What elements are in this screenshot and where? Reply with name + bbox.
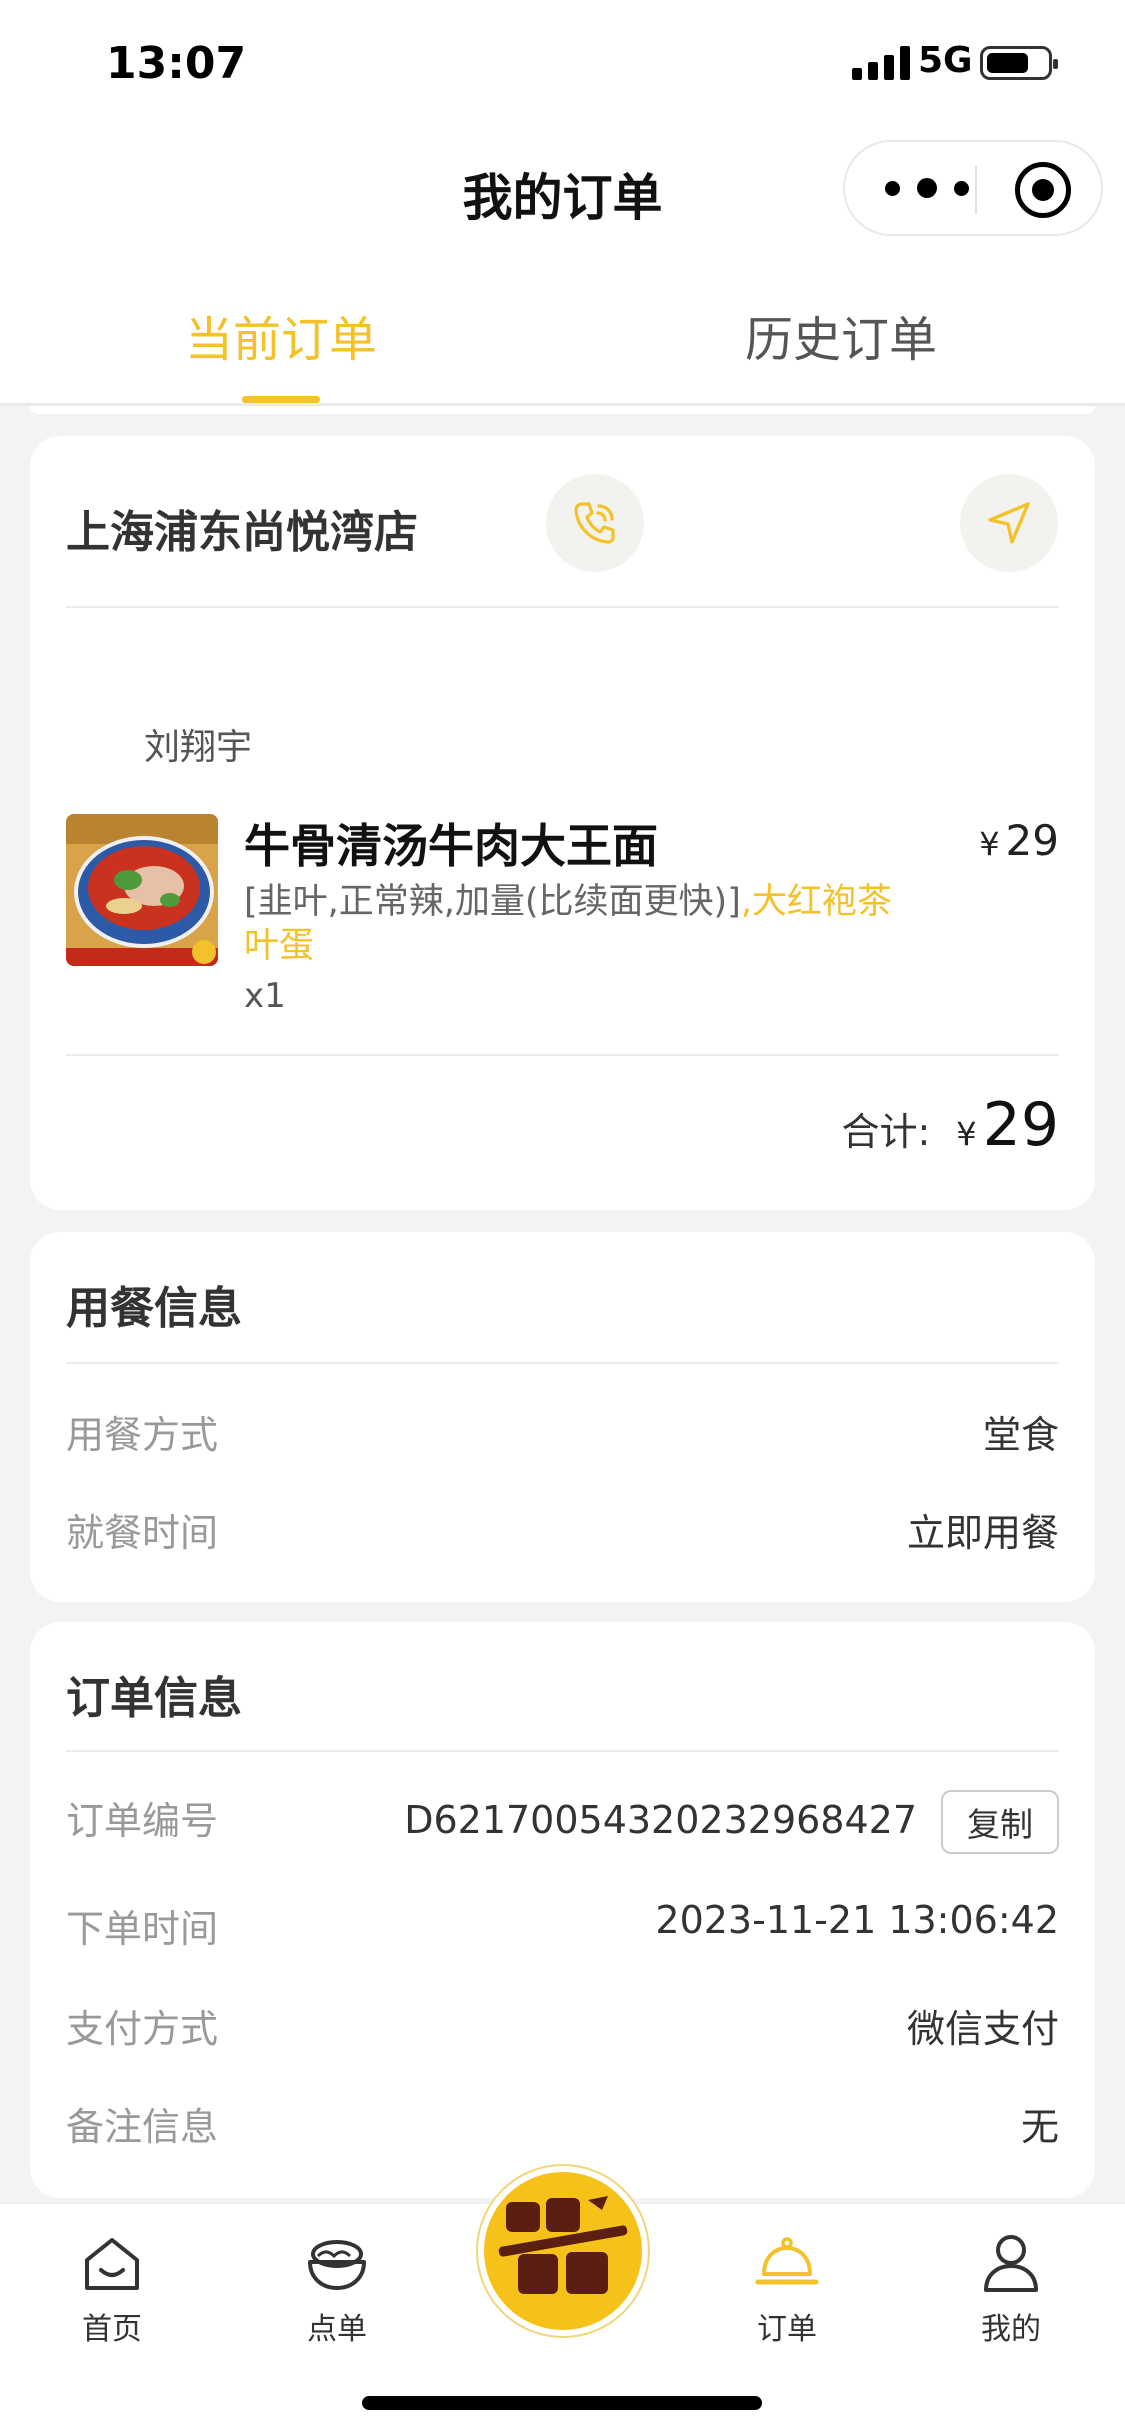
divider	[66, 1054, 1059, 1056]
navigation-arrow-icon	[988, 502, 1030, 544]
tabbar-item-orders[interactable]: 订单	[727, 2230, 847, 2348]
super-crazy-tuesday-logo	[498, 2196, 628, 2294]
close-miniprogram-icon[interactable]	[1015, 162, 1071, 218]
dish-spec: [韭叶,正常辣,加量(比续面更快)]	[244, 882, 741, 922]
dish-quantity: x1	[244, 976, 286, 1016]
order-time-label: 下单时间	[66, 1907, 219, 1951]
dish-image	[66, 814, 218, 966]
order-number-label: 订单编号	[66, 1799, 219, 1843]
order-info-card: 订单信息 订单编号 D62170054320232968427 复制 下单时间 …	[30, 1622, 1095, 2198]
payment-method-label: 支付方式	[66, 2007, 219, 2051]
dish-price: ¥29	[979, 816, 1059, 865]
noodle-bowl-icon	[308, 2240, 366, 2290]
order-tabs: 当前订单 历史订单	[0, 260, 1125, 406]
noodle-dish-photo	[66, 814, 218, 966]
call-store-button[interactable]	[546, 474, 644, 572]
dining-method-value: 堂食	[982, 1413, 1059, 1457]
nav-bar: 我的订单	[0, 130, 1125, 260]
dining-info-card: 用餐信息 用餐方式 堂食 就餐时间 立即用餐	[30, 1232, 1095, 1602]
dining-method-label: 用餐方式	[66, 1413, 219, 1457]
active-tab-indicator	[242, 396, 320, 403]
section-title: 用餐信息	[66, 1283, 242, 1334]
divider	[66, 606, 1059, 608]
dish-name: 牛骨清汤牛肉大王面	[244, 819, 658, 873]
user-icon	[984, 2235, 1038, 2292]
status-bar: 13:07 5G	[0, 0, 1125, 130]
dish-options: [韭叶,正常辣,加量(比续面更快)],大红袍茶叶蛋	[244, 880, 904, 968]
currency-symbol: ¥	[979, 825, 1000, 863]
price-value: 29	[1005, 816, 1059, 865]
more-icon[interactable]	[885, 168, 969, 208]
status-time: 13:07	[106, 38, 247, 89]
tabbar-label-home: 首页	[82, 2312, 142, 2347]
order-time-value: 2023-11-21 13:06:42	[655, 1898, 1059, 1942]
order-number-value: D62170054320232968427	[404, 1798, 917, 1842]
miniprogram-capsule	[843, 140, 1103, 236]
store-name: 上海浦东尚悦湾店	[66, 507, 418, 558]
total-amount: 29	[982, 1090, 1059, 1160]
total-currency: ¥	[956, 1115, 977, 1153]
capsule-divider	[975, 166, 977, 214]
copy-order-number-button[interactable]: 复制	[941, 1790, 1059, 1854]
tabbar-item-home[interactable]: 首页	[52, 2230, 172, 2348]
phone-icon	[574, 502, 615, 544]
scroll-edge	[30, 406, 1095, 414]
battery-icon	[980, 46, 1058, 80]
tab-current-orders[interactable]: 当前订单	[185, 300, 377, 370]
promo-center-button[interactable]	[478, 2166, 648, 2336]
signal-icon	[852, 46, 910, 80]
home-indicator	[362, 2396, 762, 2410]
tabbar-item-order-food[interactable]: 点单	[277, 2230, 397, 2348]
order-card: 上海浦东尚悦湾店 刘翔宇 牛骨清汤牛肉大王面 ¥29 [韭叶,正常辣,加量(比续…	[30, 436, 1095, 1210]
dining-time-label: 就餐时间	[66, 1511, 219, 1555]
total-label: 合计:	[841, 1110, 931, 1154]
payment-method-value: 微信支付	[906, 2007, 1059, 2051]
tab-history-orders[interactable]: 历史订单	[745, 300, 937, 370]
tabbar-label-profile: 我的	[981, 2312, 1041, 2347]
section-title: 订单信息	[66, 1673, 242, 1724]
tabbar-item-profile[interactable]: 我的	[951, 2230, 1071, 2348]
remark-value: 无	[1020, 2105, 1059, 2149]
divider	[66, 1750, 1059, 1752]
tabbar-label-orders: 订单	[757, 2312, 817, 2347]
order-total: 合计: ¥ 29	[841, 1090, 1059, 1160]
customer-name: 刘翔宇	[144, 727, 253, 768]
divider	[66, 1362, 1059, 1364]
remark-label: 备注信息	[66, 2105, 219, 2149]
dining-time-value: 立即用餐	[906, 1511, 1059, 1555]
network-type: 5G	[918, 40, 973, 81]
home-icon	[85, 2238, 139, 2290]
navigate-store-button[interactable]	[960, 474, 1058, 572]
tabbar-label-order-food: 点单	[307, 2312, 367, 2347]
cloche-icon	[755, 2237, 819, 2285]
